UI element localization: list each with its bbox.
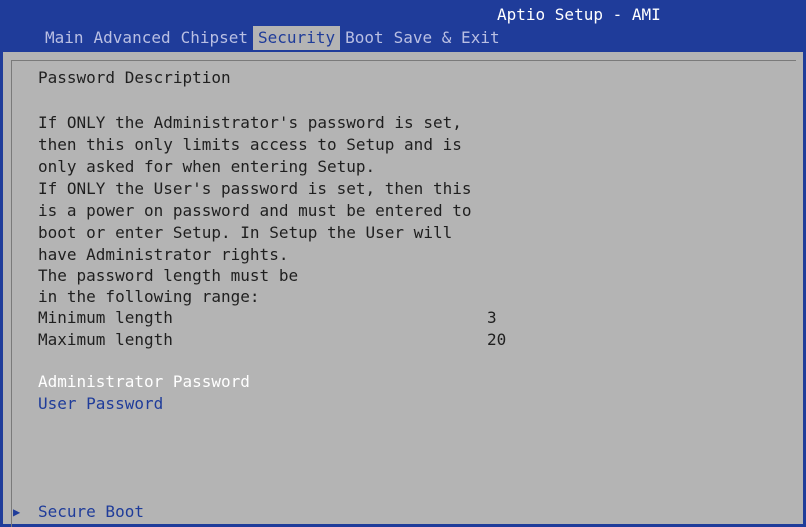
description-line: is a power on password and must be enter… bbox=[38, 201, 472, 220]
description-line: in the following range: bbox=[38, 287, 260, 306]
top-bar: Aptio Setup - AMI Main Advanced Chipset … bbox=[0, 0, 806, 52]
description-line: have Administrator rights. bbox=[38, 245, 289, 264]
max-length-label: Maximum length bbox=[38, 330, 173, 349]
tab-boot[interactable]: Boot bbox=[340, 26, 389, 50]
tab-security[interactable]: Security bbox=[253, 26, 341, 50]
tab-bar: Main Advanced Chipset Security Boot Save… bbox=[40, 26, 505, 50]
submenu-arrow-icon: ▶ bbox=[13, 505, 21, 519]
tab-chipset[interactable]: Chipset bbox=[176, 26, 253, 50]
section-title: Password Description bbox=[38, 68, 231, 87]
max-length-value: 20 bbox=[487, 330, 507, 349]
secure-boot-item[interactable]: Secure Boot bbox=[38, 502, 144, 522]
main-panel: Password Description If ONLY the Adminis… bbox=[3, 52, 803, 527]
description-line: The password length must be bbox=[38, 266, 299, 285]
app-title: Aptio Setup - AMI bbox=[497, 5, 661, 24]
description-line: If ONLY the Administrator's password is … bbox=[38, 113, 462, 132]
description-line: boot or enter Setup. In Setup the User w… bbox=[38, 223, 453, 242]
min-length-label: Minimum length bbox=[38, 308, 173, 327]
description-line: then this only limits access to Setup an… bbox=[38, 135, 462, 154]
tab-main[interactable]: Main bbox=[40, 26, 89, 50]
tab-advanced[interactable]: Advanced bbox=[89, 26, 176, 50]
description-line: only asked for when entering Setup. bbox=[38, 157, 376, 176]
tab-save-exit[interactable]: Save & Exit bbox=[389, 26, 505, 50]
user-password-item[interactable]: User Password bbox=[38, 394, 163, 414]
min-length-value: 3 bbox=[487, 308, 497, 327]
administrator-password-item[interactable]: Administrator Password bbox=[38, 372, 250, 392]
description-line: If ONLY the User's password is set, then… bbox=[38, 179, 472, 198]
